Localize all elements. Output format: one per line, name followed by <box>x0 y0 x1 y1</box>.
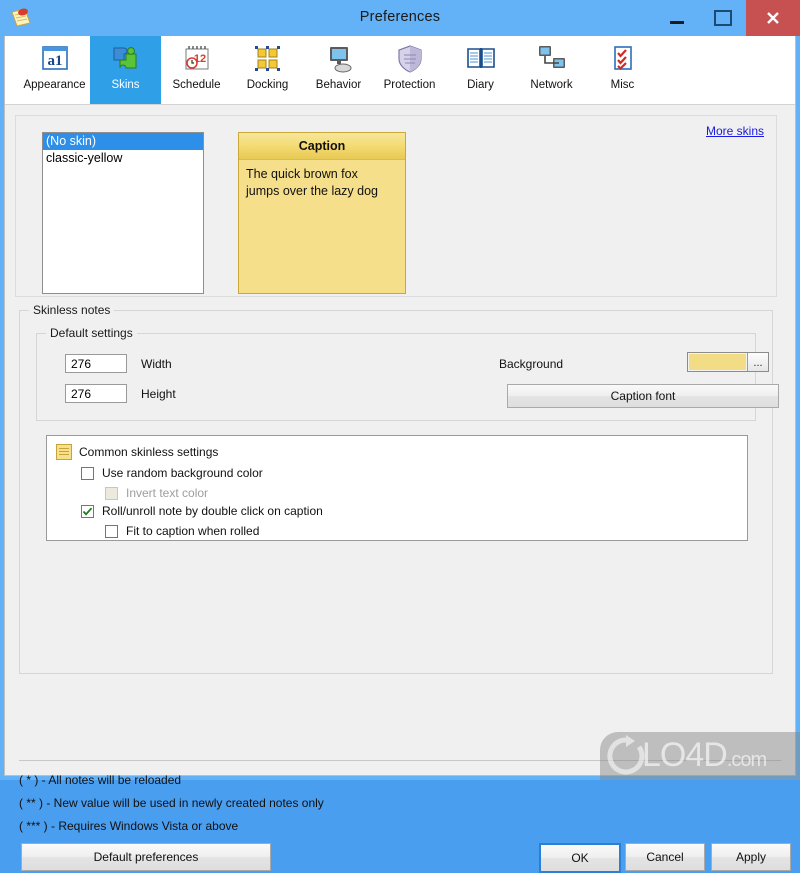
preferences-window: Preferences a1 App <box>0 0 800 780</box>
tab-label: Schedule <box>173 79 221 91</box>
skin-list[interactable]: (No skin) classic-yellow <box>42 132 204 294</box>
checkbox-box[interactable] <box>81 505 94 518</box>
note-preview-caption: Caption <box>239 133 405 160</box>
tab-label: Network <box>530 79 572 91</box>
width-input[interactable]: 276 <box>65 354 127 373</box>
checkbox-label: Roll/unroll note by double click on capt… <box>102 504 323 518</box>
tab-behavior[interactable]: Behavior <box>303 36 374 104</box>
diary-book-icon <box>463 42 499 76</box>
checkbox-roll-unroll-note[interactable]: Roll/unroll note by double click on capt… <box>81 504 323 518</box>
default-settings-group: Default settings 276 Width 276 Height Ba… <box>36 333 756 421</box>
skinless-notes-group: Skinless notes Default settings 276 Widt… <box>19 310 773 674</box>
skinless-notes-legend: Skinless notes <box>29 303 114 317</box>
skin-list-item[interactable]: (No skin) <box>43 133 203 150</box>
skin-list-item[interactable]: classic-yellow <box>43 150 203 167</box>
note-lines-icon <box>56 444 72 460</box>
note-preview-line2: jumps over the lazy dog <box>246 183 398 200</box>
caption-font-button[interactable]: Caption font <box>507 384 779 408</box>
height-label: Height <box>141 387 176 401</box>
network-computers-icon <box>534 42 570 76</box>
checkbox-invert-text-color: Invert text color <box>105 486 208 500</box>
background-color-picker[interactable]: ... <box>687 352 769 372</box>
title-bar: Preferences <box>0 0 800 36</box>
height-input[interactable]: 276 <box>65 384 127 403</box>
checkbox-fit-to-caption[interactable]: Fit to caption when rolled <box>105 524 259 538</box>
background-browse-button[interactable]: ... <box>747 353 768 371</box>
checkbox-box[interactable] <box>81 467 94 480</box>
note-preview: Caption The quick brown fox jumps over t… <box>238 132 406 294</box>
preferences-tab-bar: a1 Appearance Skins <box>5 36 795 105</box>
apply-button[interactable]: Apply <box>711 843 791 871</box>
docking-grid-icon <box>250 42 286 76</box>
common-settings-header: Common skinless settings <box>56 444 218 460</box>
tab-label: Appearance <box>23 79 85 91</box>
width-label: Width <box>141 357 172 371</box>
tab-label: Docking <box>247 79 289 91</box>
tab-label: Diary <box>467 79 494 91</box>
tab-appearance[interactable]: a1 Appearance <box>19 36 90 104</box>
skins-panel: (No skin) classic-yellow Caption The qui… <box>15 115 777 297</box>
appearance-icon: a1 <box>37 42 73 76</box>
note-preview-line1: The quick brown fox <box>246 166 398 183</box>
skins-page: (No skin) classic-yellow Caption The qui… <box>5 105 795 775</box>
maximize-button[interactable] <box>700 0 746 36</box>
checkbox-box <box>105 487 118 500</box>
tab-skins[interactable]: Skins <box>90 36 161 104</box>
ok-button[interactable]: OK <box>539 843 621 873</box>
footnote-line: ( ** ) - New value will be used in newly… <box>19 792 324 815</box>
cancel-button[interactable]: Cancel <box>625 843 705 871</box>
footer-separator <box>19 760 781 761</box>
misc-checklist-icon <box>605 42 641 76</box>
window-controls <box>654 0 800 36</box>
client-area: a1 Appearance Skins <box>4 36 796 776</box>
tab-label: Skins <box>111 79 139 91</box>
common-skinless-settings-box: Common skinless settings Use random back… <box>46 435 748 541</box>
tab-network[interactable]: Network <box>516 36 587 104</box>
checkbox-label: Fit to caption when rolled <box>126 524 259 538</box>
tab-label: Behavior <box>316 79 361 91</box>
tab-protection[interactable]: Protection <box>374 36 445 104</box>
schedule-calendar-icon: 12 <box>179 42 215 76</box>
tab-schedule[interactable]: 12 Schedule <box>161 36 232 104</box>
svg-text:a1: a1 <box>47 53 62 69</box>
tab-label: Protection <box>384 79 436 91</box>
footer-buttons: Default preferences OK Cancel Apply <box>5 843 795 869</box>
tab-misc[interactable]: Misc <box>587 36 658 104</box>
minimize-button[interactable] <box>654 0 700 36</box>
protection-shield-icon <box>392 42 428 76</box>
more-skins-link[interactable]: More skins <box>706 124 764 138</box>
checkbox-use-random-background-color[interactable]: Use random background color <box>81 466 263 480</box>
footnote-line: ( * ) - All notes will be reloaded <box>19 769 324 792</box>
background-color-swatch <box>689 354 746 370</box>
skins-puzzle-icon <box>108 42 144 76</box>
default-settings-legend: Default settings <box>46 326 137 340</box>
footnote-legend: ( * ) - All notes will be reloaded ( ** … <box>19 769 324 838</box>
checkbox-box[interactable] <box>105 525 118 538</box>
common-settings-title: Common skinless settings <box>79 445 218 459</box>
behavior-monitor-icon <box>321 42 357 76</box>
default-preferences-button[interactable]: Default preferences <box>21 843 271 871</box>
footnote-line: ( *** ) - Requires Windows Vista or abov… <box>19 815 324 838</box>
background-label: Background <box>499 357 563 371</box>
close-button[interactable] <box>746 0 800 36</box>
checkbox-label: Invert text color <box>126 486 208 500</box>
tab-label: Misc <box>611 79 635 91</box>
checkbox-label: Use random background color <box>102 466 263 480</box>
tab-diary[interactable]: Diary <box>445 36 516 104</box>
note-preview-body: The quick brown fox jumps over the lazy … <box>239 160 405 200</box>
tab-docking[interactable]: Docking <box>232 36 303 104</box>
